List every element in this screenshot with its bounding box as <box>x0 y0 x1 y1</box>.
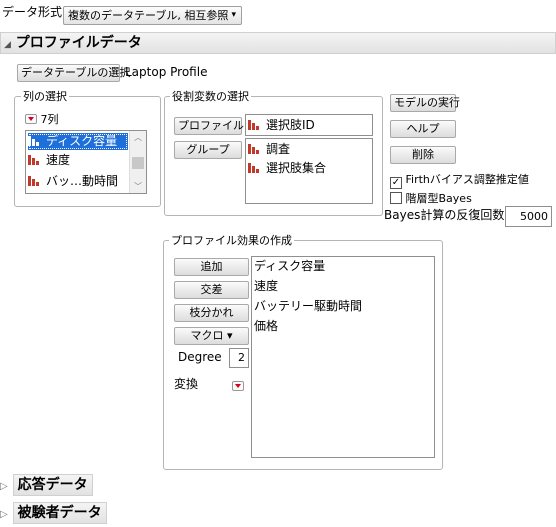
column-select-title: 列の選択 <box>21 90 69 103</box>
list-item[interactable]: ディスク容量 <box>28 133 128 150</box>
response-section-title: 応答データ <box>12 474 93 496</box>
list-item[interactable]: 速度 <box>254 278 278 295</box>
profile-section-header[interactable]: ◢ プロファイルデータ <box>0 32 556 54</box>
data-format-select[interactable]: 複数のデータテーブル, 相互参照 ▾ <box>63 6 242 25</box>
subject-section-title: 被験者データ <box>12 502 107 524</box>
red-triangle-icon[interactable] <box>25 114 37 124</box>
column-count-label: 7列 <box>40 113 59 126</box>
run-model-button[interactable]: モデルの実行 <box>390 94 460 112</box>
data-format-value: 複数のデータテーブル, 相互参照 <box>68 9 229 22</box>
list-item[interactable]: バッテリー駆動時間 <box>254 298 362 315</box>
effects-list[interactable]: ディスク容量 速度 バッテリー駆動時間 価格 <box>251 256 435 458</box>
subject-section-header[interactable]: ▷ 被験者データ <box>0 502 130 524</box>
add-button[interactable]: 追加 <box>174 258 249 276</box>
list-item-label: バッ…動時間 <box>46 174 119 188</box>
data-format-label: データ形式 <box>2 5 63 19</box>
list-item-label: 調査 <box>266 142 291 156</box>
list-item[interactable]: 選択肢集合 <box>248 160 326 177</box>
cross-button[interactable]: 交差 <box>174 281 249 299</box>
role-select-title: 役割変数の選択 <box>170 90 251 103</box>
degree-input[interactable]: 2 <box>229 348 249 368</box>
transform-label: 変換 <box>174 377 199 391</box>
scrollbar[interactable]: ︿ ﹀ <box>129 131 146 193</box>
red-triangle-icon[interactable] <box>232 381 244 391</box>
list-item[interactable]: 選択肢ID <box>248 117 315 134</box>
scroll-up-icon[interactable]: ︿ <box>130 131 146 144</box>
firth-option[interactable]: ✓ Firthバイアス調整推定値 <box>390 171 529 189</box>
help-button[interactable]: ヘルプ <box>390 120 456 138</box>
chevron-down-icon: ▾ <box>231 10 236 20</box>
macro-button[interactable]: マクロ ▾ <box>174 327 249 345</box>
continuous-column-icon <box>28 136 39 146</box>
profile-section-title: プロファイルデータ <box>15 35 142 51</box>
list-item-label: 速度 <box>46 153 71 167</box>
group-button[interactable]: グループ <box>174 141 242 159</box>
profile-id-field[interactable]: 選択肢ID <box>245 114 373 136</box>
continuous-column-icon <box>248 163 259 173</box>
bayes-label: 階層型Bayes <box>405 192 472 205</box>
continuous-column-icon <box>28 176 39 186</box>
expand-triangle-icon[interactable]: ▷ <box>0 509 8 520</box>
remove-button[interactable]: 削除 <box>390 146 456 164</box>
continuous-column-icon <box>248 144 259 154</box>
firth-label: Firthバイアス調整推定値 <box>405 173 529 186</box>
column-list[interactable]: ディスク容量 速度 バッ…動時間 ︿ ﹀ <box>25 130 147 194</box>
column-count[interactable]: 7列 <box>25 111 59 127</box>
degree-label: Degree <box>178 350 222 364</box>
profile-id-button[interactable]: プロファイルID <box>174 117 256 135</box>
expand-triangle-icon[interactable]: ▷ <box>0 481 8 492</box>
list-item[interactable]: ディスク容量 <box>254 258 325 275</box>
list-item-label: ディスク容量 <box>46 134 118 148</box>
list-item-label: 選択肢集合 <box>266 161 327 175</box>
firth-checkbox[interactable]: ✓ <box>390 177 402 189</box>
table-name: Laptop Profile <box>125 65 208 79</box>
continuous-column-icon <box>28 155 39 165</box>
nest-button[interactable]: 枝分かれ <box>174 304 249 322</box>
list-item[interactable]: 価格 <box>254 318 278 335</box>
list-item[interactable]: バッ…動時間 <box>28 173 118 190</box>
list-item-label: 選択肢ID <box>266 118 315 132</box>
group-field[interactable]: 調査 選択肢集合 <box>245 138 373 204</box>
continuous-column-icon <box>248 120 259 130</box>
select-table-button[interactable]: データテーブルの選択 <box>17 64 130 82</box>
bayes-option[interactable]: 階層型Bayes <box>390 190 472 206</box>
bayes-iter-label: Bayes計算の反復回数 <box>384 208 505 222</box>
effects-title: プロファイル効果の作成 <box>169 234 294 247</box>
scroll-down-icon[interactable]: ﹀ <box>130 180 146 193</box>
list-item[interactable]: 速度 <box>28 152 70 169</box>
response-section-header[interactable]: ▷ 応答データ <box>0 474 130 496</box>
bayes-checkbox[interactable] <box>390 192 402 204</box>
collapse-triangle-icon[interactable]: ◢ <box>4 40 11 50</box>
bayes-iter-input[interactable]: 5000 <box>505 206 552 227</box>
list-item[interactable]: 調査 <box>248 141 290 158</box>
scroll-thumb[interactable] <box>132 157 144 169</box>
